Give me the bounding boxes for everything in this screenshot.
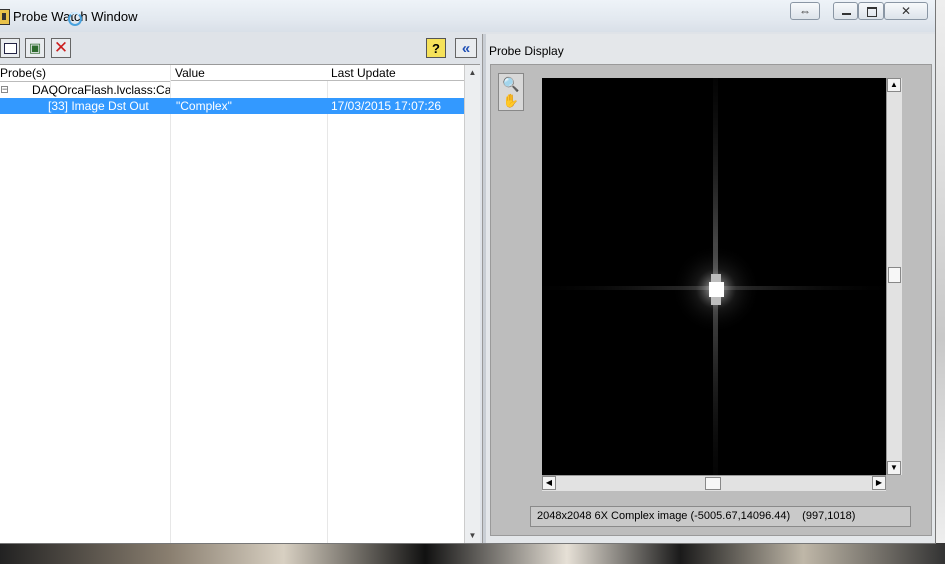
image-display[interactable] xyxy=(542,78,886,475)
busy-cursor-icon xyxy=(68,12,82,26)
vertical-scroll-thumb[interactable] xyxy=(888,267,901,283)
magnifier-icon[interactable]: 🔍 xyxy=(502,76,520,92)
table-row-selected[interactable]: [33] Image Dst Out "Complex" 17/03/2015 … xyxy=(0,98,464,114)
probe-name: DAQOrcaFlash.lvclass:Calc xyxy=(32,83,170,97)
column-header-probes[interactable]: Probe(s) xyxy=(0,65,170,82)
probe-name: [33] Image Dst Out xyxy=(48,99,149,113)
probe-last-update: 17/03/2015 17:07:26 xyxy=(331,99,442,113)
scroll-right-button[interactable]: ▶ xyxy=(872,476,886,490)
help-icon: ? xyxy=(432,40,440,56)
scroll-left-button[interactable]: ◀ xyxy=(542,476,556,490)
table-row-parent[interactable]: − DAQOrcaFlash.lvclass:Calc xyxy=(0,82,464,98)
collapse-tree-icon[interactable]: − xyxy=(1,85,8,94)
minimize-button[interactable] xyxy=(833,2,858,20)
probe-display-label: Probe Display xyxy=(489,44,564,58)
scroll-down-button[interactable]: ▼ xyxy=(887,461,901,475)
scroll-down-arrow-icon[interactable]: ▼ xyxy=(465,528,480,543)
new-probe-button[interactable] xyxy=(0,38,20,58)
desktop-background-right xyxy=(935,0,945,564)
column-header-value[interactable]: Value xyxy=(171,65,327,81)
delete-icon: ✕ xyxy=(53,38,69,57)
maximize-button[interactable] xyxy=(858,2,884,20)
double-arrow-icon: ⇔ xyxy=(799,4,811,18)
column-divider xyxy=(327,65,328,543)
tree-view-button[interactable] xyxy=(25,38,45,58)
resize-button[interactable]: ⇔ xyxy=(790,2,820,20)
labview-app-icon xyxy=(0,9,10,25)
double-chevron-left-icon: « xyxy=(461,39,471,57)
probe-list-pane: ✕ ? « Probe(s) Value Last Update − DAQOr… xyxy=(0,34,482,543)
probe-table: Probe(s) Value Last Update − DAQOrcaFlas… xyxy=(0,64,480,543)
image-status-bar: 2048x2048 6X Complex image (-5005.67,140… xyxy=(530,506,911,527)
desktop-background-bottom xyxy=(0,543,945,564)
column-header-last-update[interactable]: Last Update xyxy=(327,65,464,81)
delete-probe-button[interactable]: ✕ xyxy=(51,38,71,58)
probe-value: "Complex" xyxy=(176,99,232,113)
image-tools-palette: 🔍 ✋ xyxy=(498,73,524,111)
column-divider xyxy=(170,65,171,543)
close-button[interactable]: ✕ xyxy=(884,2,928,20)
image-horizontal-scrollbar[interactable]: ◀ ▶ xyxy=(542,475,886,491)
title-bar[interactable]: Probe Watch Window ⇔ ✕ xyxy=(0,0,935,32)
table-vertical-scrollbar[interactable]: ▲ ▼ xyxy=(464,65,480,543)
image-info-text: 2048x2048 6X Complex image (-5005.67,140… xyxy=(537,510,791,522)
close-icon: ✕ xyxy=(900,4,912,18)
scroll-up-button[interactable]: ▲ xyxy=(887,78,901,92)
horizontal-scroll-thumb[interactable] xyxy=(705,477,721,490)
collapse-display-button[interactable]: « xyxy=(455,38,477,58)
pixel-coordinates: (997,1018) xyxy=(802,510,856,522)
image-display-frame: 🔍 ✋ ▲ ▼ ◀ ▶ 2048x2048 6X Complex image (… xyxy=(490,64,932,536)
scroll-up-arrow-icon[interactable]: ▲ xyxy=(465,65,480,80)
probe-watch-window: Probe Watch Window ⇔ ✕ ✕ ? « Probe(s) Va… xyxy=(0,0,936,544)
fft-spectrum-image xyxy=(542,78,886,475)
image-vertical-scrollbar[interactable]: ▲ ▼ xyxy=(886,78,902,475)
probe-display-pane: Probe Display 🔍 ✋ ▲ ▼ ◀ ▶ 2048x2048 6X C… xyxy=(486,34,935,543)
hand-icon[interactable]: ✋ xyxy=(502,93,520,109)
help-button[interactable]: ? xyxy=(426,38,446,58)
